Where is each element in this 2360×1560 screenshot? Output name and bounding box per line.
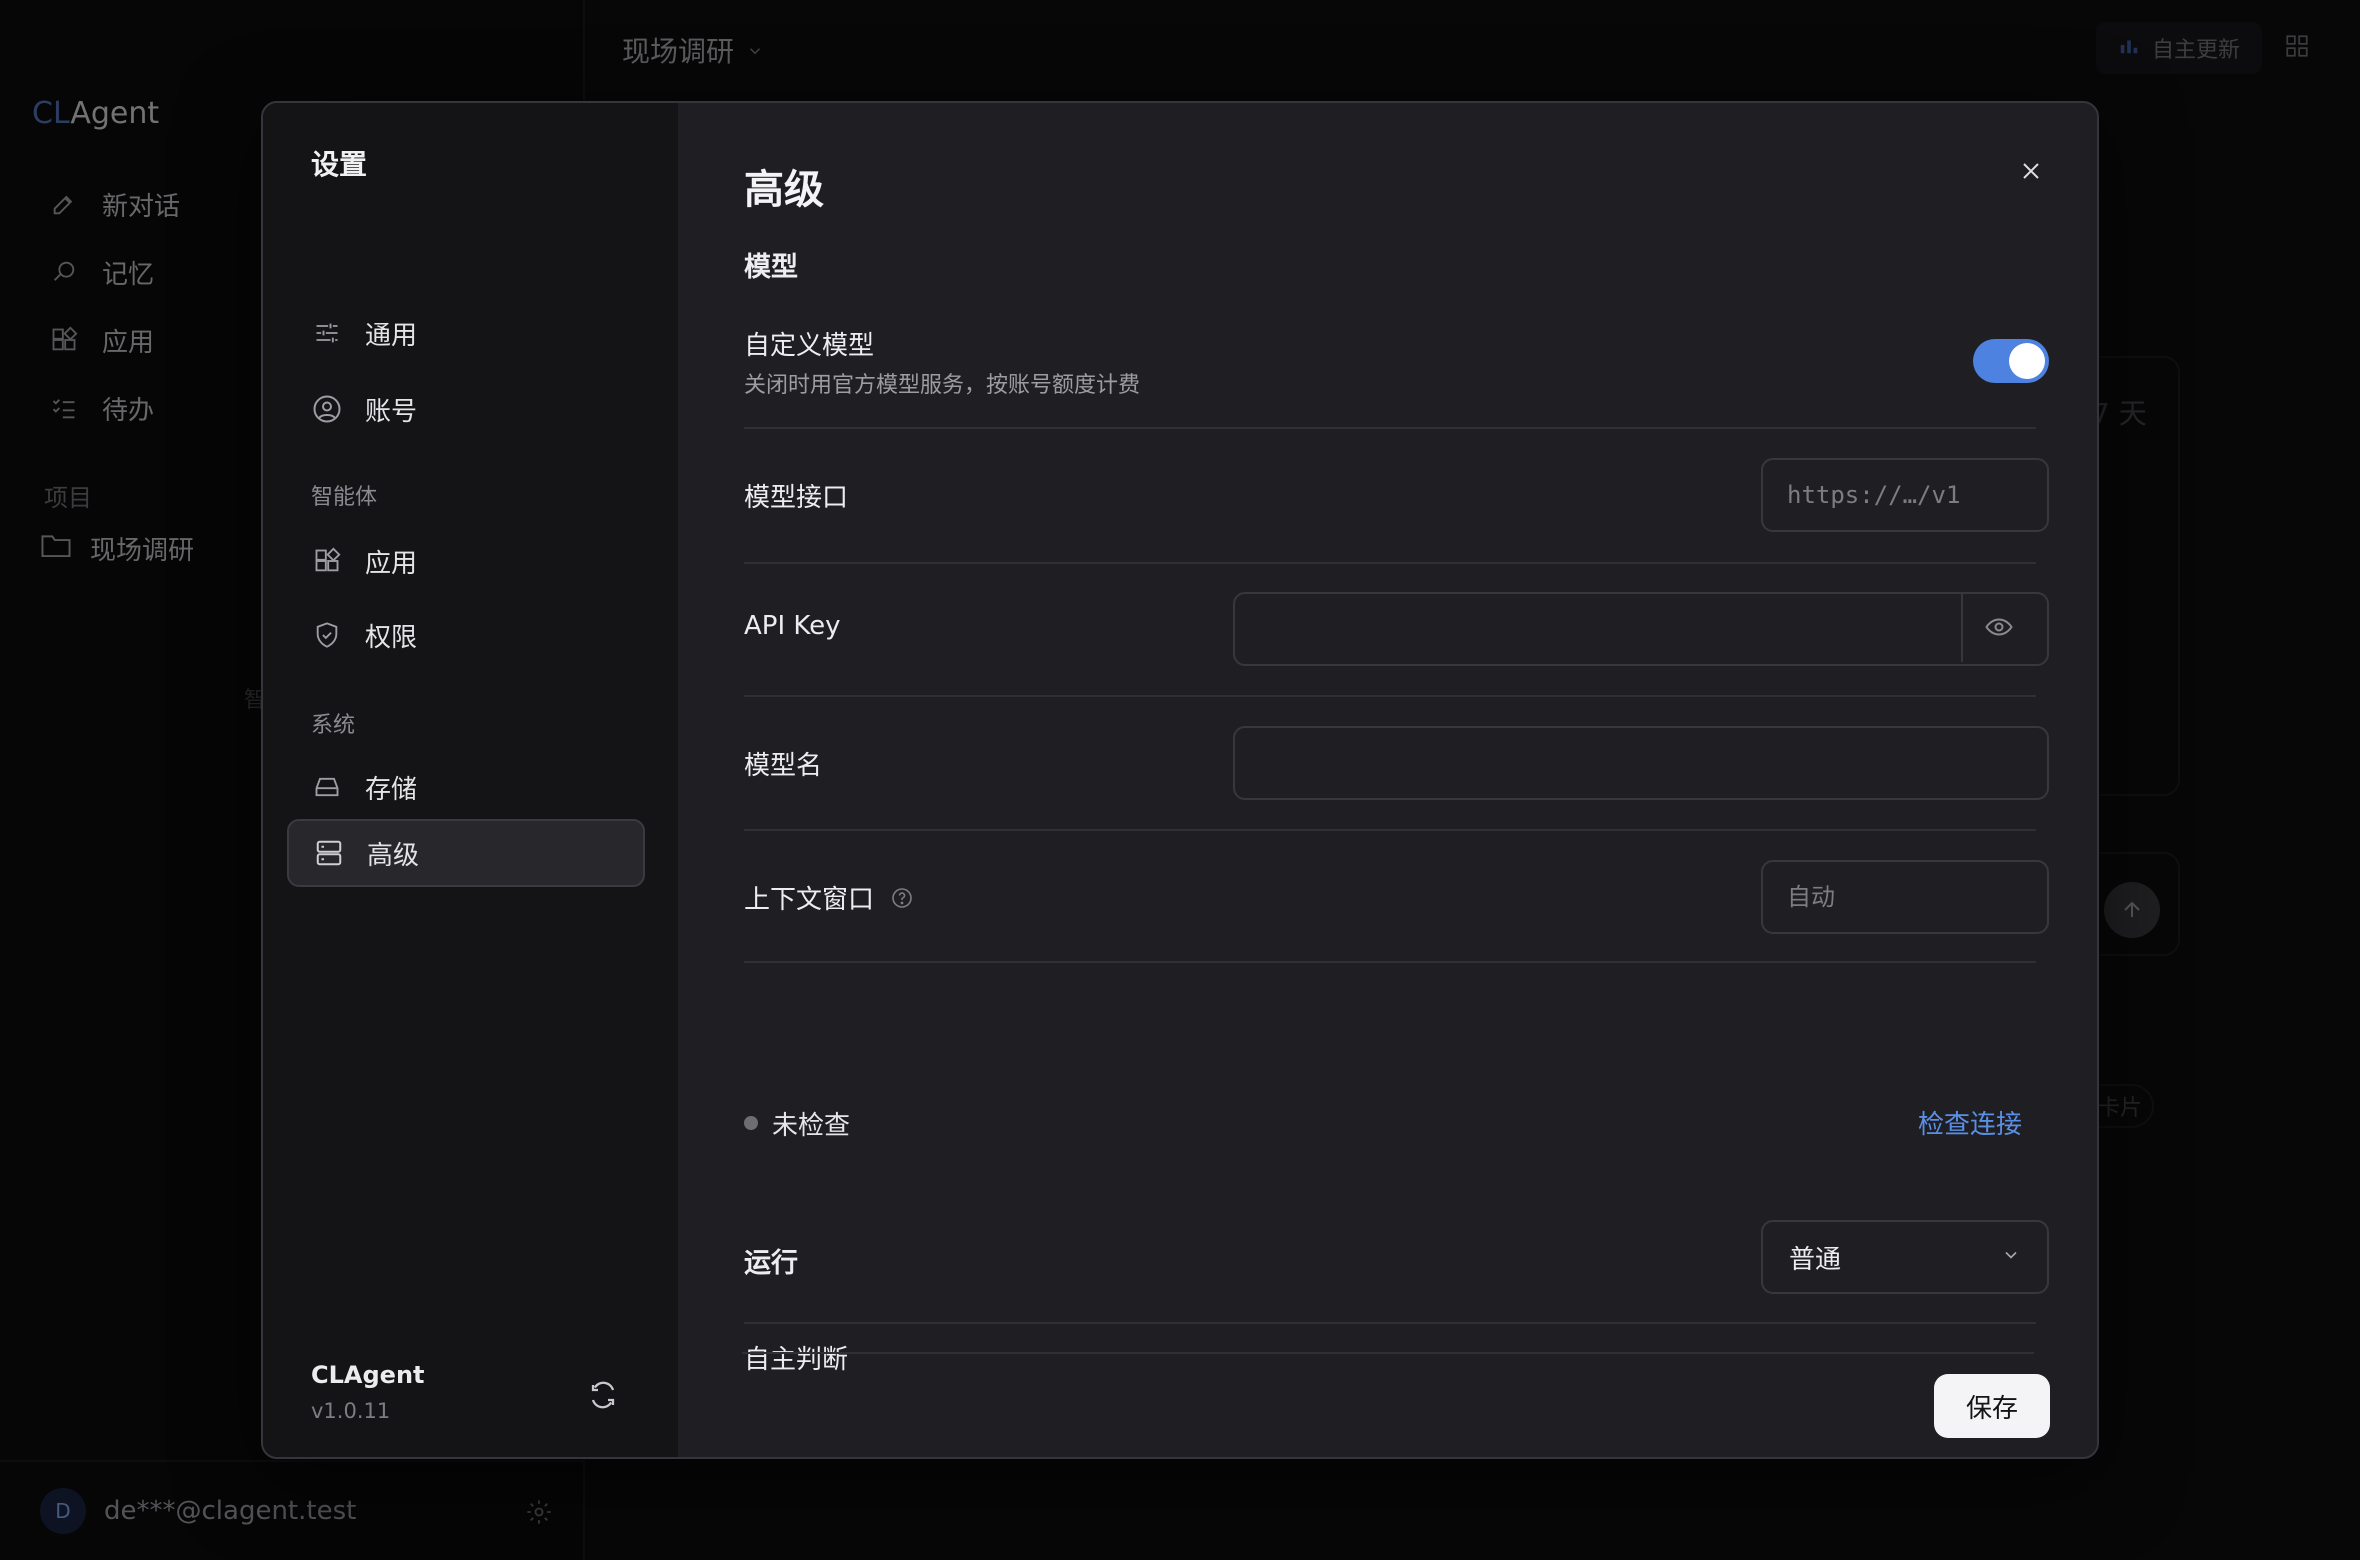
version-info: CLAgent v1.0.11 bbox=[311, 1361, 425, 1423]
settings-nav-advanced[interactable]: 高级 bbox=[287, 819, 645, 887]
hard-drive-icon bbox=[311, 771, 343, 803]
server-icon bbox=[313, 837, 345, 869]
app-version: v1.0.11 bbox=[311, 1399, 391, 1423]
user-circle-icon bbox=[311, 393, 343, 425]
apps-icon bbox=[311, 545, 343, 577]
eye-icon bbox=[1985, 618, 2013, 636]
chevron-down-icon bbox=[2001, 1242, 2021, 1272]
toggle-knob bbox=[2009, 343, 2045, 379]
refresh-icon bbox=[591, 1381, 615, 1409]
settings-group-agents: 智能体 bbox=[311, 485, 378, 510]
divider bbox=[744, 695, 2036, 697]
app-name: CLAgent bbox=[311, 1361, 425, 1389]
settings-nav-account[interactable]: 账号 bbox=[287, 375, 645, 443]
section-model: 模型 bbox=[744, 252, 798, 283]
api-key-label: API Key bbox=[744, 611, 841, 641]
save-button[interactable]: 保存 bbox=[1934, 1374, 2050, 1438]
context-window-label: 上下文窗口 bbox=[744, 879, 914, 916]
divider bbox=[744, 427, 2036, 429]
settings-nav-storage[interactable]: 存储 bbox=[287, 753, 645, 821]
panel-title: 高级 bbox=[744, 167, 824, 213]
close-button[interactable] bbox=[2011, 151, 2051, 191]
endpoint-input[interactable] bbox=[1761, 458, 2049, 532]
shield-icon bbox=[311, 619, 343, 651]
advanced-panel: 高级 模型 自定义模型 关闭时用官方模型服务，按账号额度计费 模型接口 API … bbox=[678, 103, 2097, 1457]
divider bbox=[744, 562, 2036, 564]
settings-nav-apps[interactable]: 应用 bbox=[287, 527, 645, 595]
divider bbox=[744, 829, 2036, 831]
endpoint-label: 模型接口 bbox=[744, 483, 849, 513]
divider bbox=[744, 1322, 2036, 1324]
settings-modal: 设置 通用 账号 智能体 应用 权限 系统 存储 高级 CLAgent v1.0… bbox=[261, 101, 2099, 1459]
model-name-label: 模型名 bbox=[744, 751, 823, 781]
settings-nav: 设置 通用 账号 智能体 应用 权限 系统 存储 高级 CLAgent v1.0… bbox=[263, 103, 678, 1457]
autonomy-select[interactable]: 普通 bbox=[1761, 1220, 2049, 1294]
context-window-input[interactable] bbox=[1761, 860, 2049, 934]
help-icon[interactable] bbox=[890, 886, 914, 910]
model-name-input[interactable] bbox=[1233, 726, 2049, 800]
settings-title: 设置 bbox=[311, 148, 368, 181]
api-key-input[interactable] bbox=[1233, 592, 2049, 666]
custom-model-description: 关闭时用官方模型服务，按账号额度计费 bbox=[744, 373, 1141, 398]
settings-nav-permissions[interactable]: 权限 bbox=[287, 601, 645, 669]
settings-nav-general[interactable]: 通用 bbox=[287, 299, 645, 367]
connection-status: 未检查 bbox=[772, 1111, 851, 1141]
status-indicator bbox=[744, 1116, 758, 1130]
footer-divider bbox=[742, 1352, 2034, 1354]
settings-group-system: 系统 bbox=[311, 713, 356, 738]
check-connection-link[interactable]: 检查连接 bbox=[1918, 1104, 2022, 1141]
divider bbox=[744, 961, 2036, 963]
custom-model-toggle[interactable] bbox=[1973, 339, 2049, 383]
toggle-visibility-button[interactable] bbox=[1961, 592, 2035, 662]
close-icon bbox=[2023, 163, 2039, 179]
check-update-button[interactable] bbox=[583, 1375, 623, 1415]
custom-model-label: 自定义模型 bbox=[744, 331, 875, 361]
autonomy-label: 自主判断 bbox=[744, 1345, 849, 1375]
sliders-icon bbox=[311, 317, 343, 349]
